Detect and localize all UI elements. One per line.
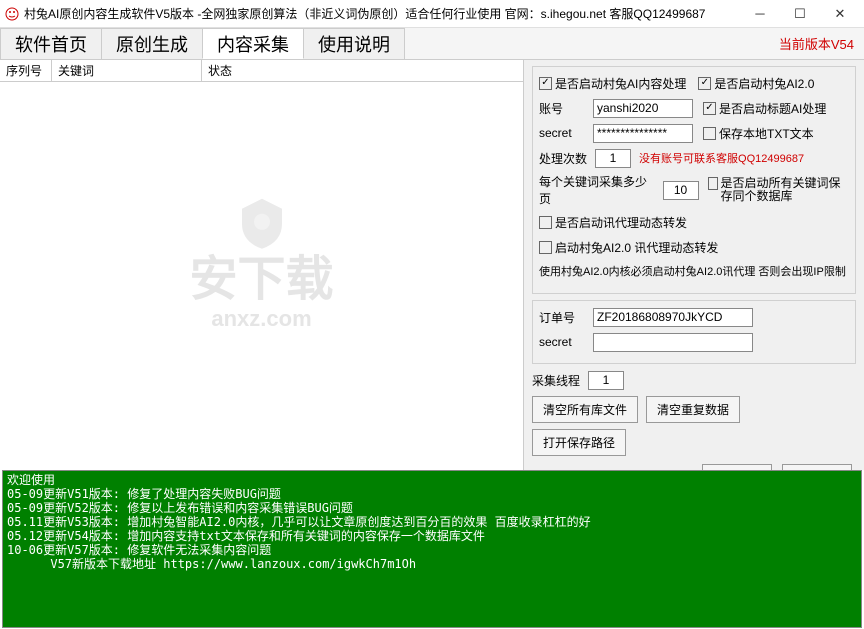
clear-dup-button[interactable]: 清空重复数据	[646, 396, 740, 423]
start-button[interactable]: 启动	[702, 464, 772, 470]
chk-proxy-forward[interactable]: 是否启动讯代理动态转发	[539, 214, 687, 231]
secret-input[interactable]	[593, 124, 693, 143]
tab-generate[interactable]: 原创生成	[101, 28, 203, 59]
lbl-secret: secret	[539, 126, 587, 140]
keyword-list-panel: 序列号 关键词 状态 安下载 anxz.com	[0, 60, 524, 470]
threads-input[interactable]	[588, 371, 624, 390]
col-keyword[interactable]: 关键词	[52, 60, 202, 81]
chk-ai-content[interactable]: ✓是否启动村兔AI内容处理	[539, 75, 686, 92]
tab-collect[interactable]: 内容采集	[202, 28, 304, 59]
log-area[interactable]: 欢迎使用 05-09更新V51版本: 修复了处理内容失败BUG问题 05-09更…	[2, 470, 862, 628]
maximize-button[interactable]: ☐	[780, 0, 820, 28]
chk-same-db[interactable]: 是否启动所有关键词保存同个数据库	[708, 177, 849, 203]
lbl-pages-per-kw: 每个关键词采集多少页	[539, 173, 655, 207]
settings-panel: ✓是否启动村兔AI内容处理 ✓是否启动村兔AI2.0 账号 ✓是否启动标题AI处…	[524, 60, 864, 470]
note-ai20-ip: 使用村兔AI2.0内核必须启动村兔AI2.0讯代理 否则会出现IP限制	[539, 265, 846, 279]
window-controls: ─ ☐ ✕	[740, 0, 860, 28]
titlebar: 村兔AI原创内容生成软件V5版本 -全网独家原创算法（非近义词伪原创）适合任何行…	[0, 0, 864, 28]
note-no-account: 没有账号可联系客服QQ12499687	[639, 150, 804, 166]
col-serial[interactable]: 序列号	[0, 60, 52, 81]
list-header: 序列号 关键词 状态	[0, 60, 523, 82]
order-input[interactable]	[593, 308, 753, 327]
watermark: 安下载 anxz.com	[189, 194, 333, 331]
tab-help[interactable]: 使用说明	[303, 28, 405, 59]
tab-home[interactable]: 软件首页	[0, 28, 102, 59]
chk-save-txt[interactable]: 保存本地TXT文本	[703, 125, 814, 142]
chk-title-ai[interactable]: ✓是否启动标题AI处理	[703, 100, 826, 117]
version-label: 当前版本V54	[779, 28, 864, 59]
col-status[interactable]: 状态	[202, 60, 523, 81]
lbl-process-count: 处理次数	[539, 150, 587, 167]
pause-button[interactable]: 暂停	[782, 464, 852, 470]
lbl-account: 账号	[539, 100, 587, 117]
window-title: 村兔AI原创内容生成软件V5版本 -全网独家原创算法（非近义词伪原创）适合任何行…	[24, 5, 740, 22]
minimize-button[interactable]: ─	[740, 0, 780, 28]
lbl-threads: 采集线程	[532, 372, 580, 389]
secret2-input[interactable]	[593, 333, 753, 352]
account-input[interactable]	[593, 99, 693, 118]
clear-lib-button[interactable]: 清空所有库文件	[532, 396, 638, 423]
lbl-order: 订单号	[539, 309, 587, 326]
process-count-input[interactable]	[595, 149, 631, 168]
chk-ai20-proxy[interactable]: 启动村兔AI2.0 讯代理动态转发	[539, 239, 718, 256]
list-body[interactable]: 安下载 anxz.com	[0, 82, 523, 470]
close-button[interactable]: ✕	[820, 0, 860, 28]
lbl-secret2: secret	[539, 335, 587, 349]
chk-ai20[interactable]: ✓是否启动村兔AI2.0	[698, 75, 814, 92]
pages-per-kw-input[interactable]	[663, 181, 699, 200]
open-path-button[interactable]: 打开保存路径	[532, 429, 626, 456]
tab-bar: 软件首页 原创生成 内容采集 使用说明 当前版本V54	[0, 28, 864, 60]
app-icon	[4, 6, 20, 22]
